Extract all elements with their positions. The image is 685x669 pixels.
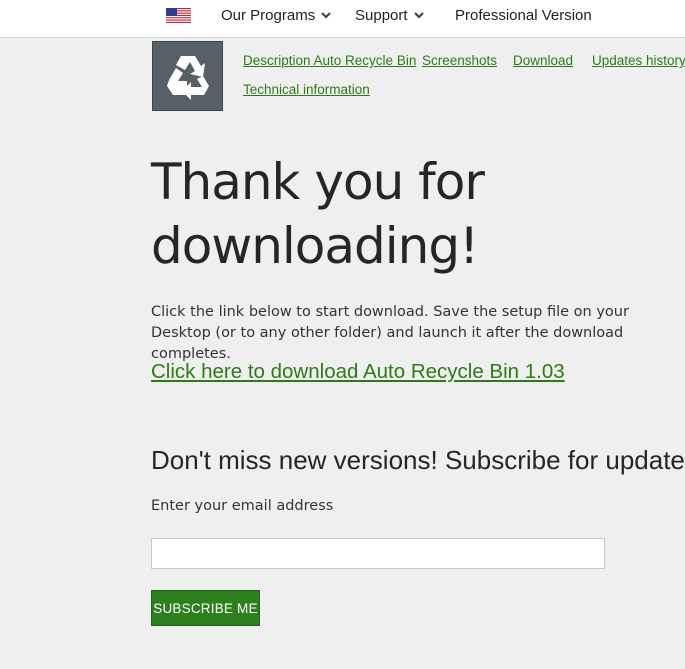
page-title: Thank you for downloading! [151,150,571,278]
subscribe-heading: Don't miss new versions! Subscribe for u… [151,445,685,475]
page-title-line1: Thank you for [151,153,485,211]
page-title-line2: downloading! [151,217,479,275]
nav-our-programs[interactable]: Our Programs [221,7,331,24]
email-label: Enter your email address [151,498,334,514]
link-screenshots[interactable]: Screenshots [422,53,497,68]
chevron-down-icon [321,11,331,19]
us-flag-icon[interactable] [166,8,191,23]
recycle-icon [167,56,209,100]
top-navbar: Our Programs Support Professional Versio… [0,0,685,38]
email-input[interactable] [151,538,605,569]
nav-support[interactable]: Support [355,7,424,24]
link-technical-information[interactable]: Technical information [243,82,370,97]
download-link[interactable]: Click here to download Auto Recycle Bin … [151,360,565,384]
nav-support-label: Support [355,7,408,24]
product-logo[interactable] [152,41,223,111]
link-download[interactable]: Download [513,53,573,68]
link-updates-history[interactable]: Updates history [592,53,685,68]
nav-professional-version-label: Professional Version [455,7,592,24]
nav-our-programs-label: Our Programs [221,7,316,24]
nav-professional-version[interactable]: Professional Version [455,7,592,24]
chevron-down-icon [413,11,424,19]
link-description[interactable]: Description Auto Recycle Bin [243,53,416,68]
subscribe-button[interactable]: Subscribe me [151,590,260,626]
download-instructions: Click the link below to start download. … [151,304,629,362]
